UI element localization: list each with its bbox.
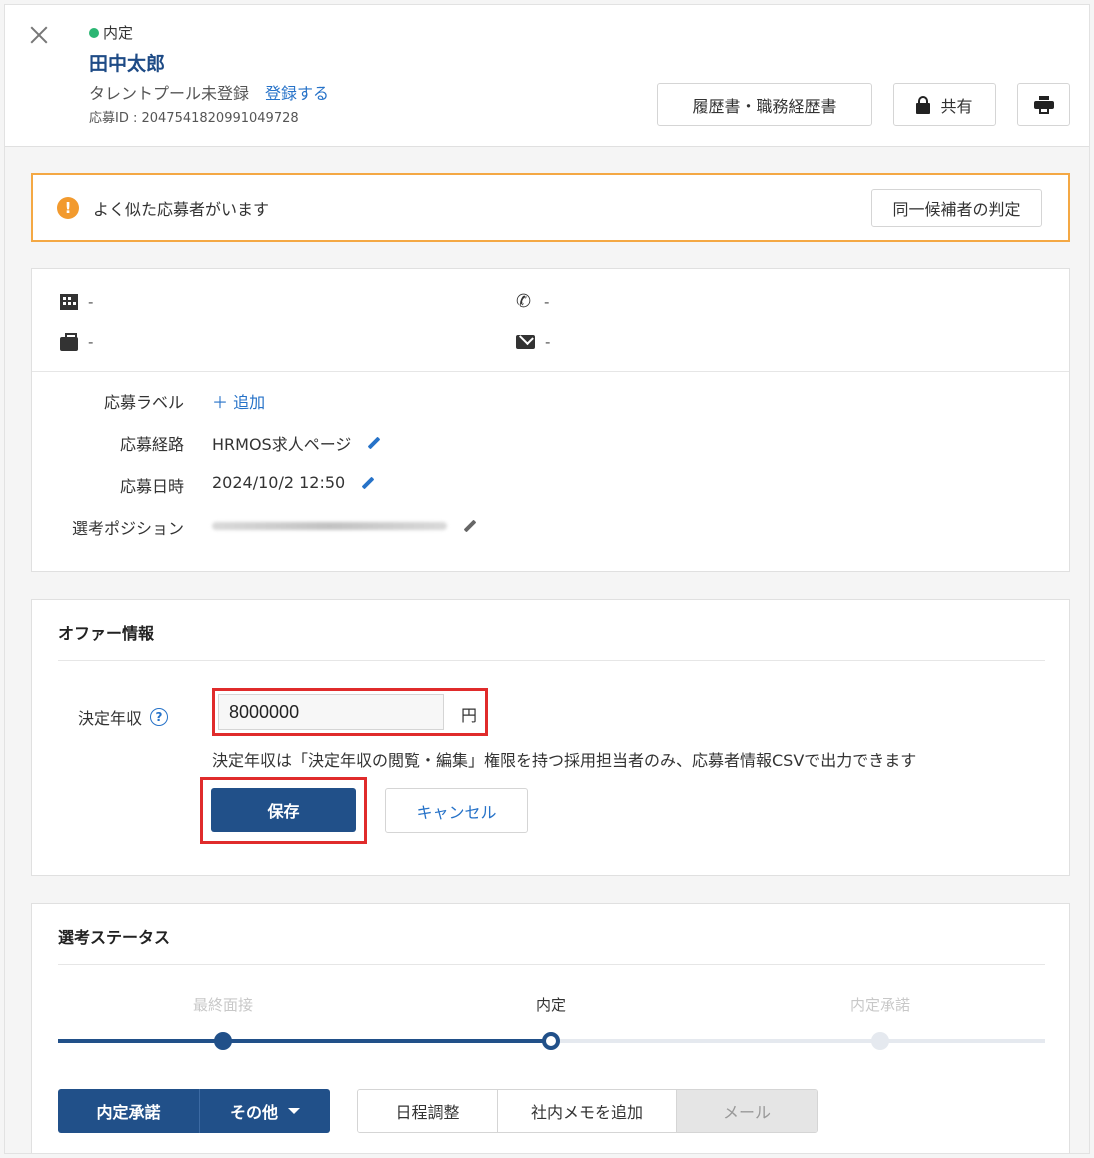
candidate-panel: 内定 田中太郎 タレントプール未登録 登録する 応募ID : 204754182… — [4, 4, 1090, 1154]
other-dropdown-button[interactable]: その他 — [199, 1089, 330, 1133]
status-text: 内定 — [103, 24, 134, 42]
stage-label-final-interview: 最終面接 — [192, 996, 254, 1014]
phone-value: - — [544, 293, 550, 311]
warning-message: よく似た応募者がいます — [93, 199, 270, 219]
close-icon[interactable] — [27, 23, 51, 47]
add-label-button[interactable]: ＋ 追加 — [212, 389, 265, 413]
salary-label-text: 決定年収 — [78, 709, 143, 728]
cancel-button[interactable]: キャンセル — [385, 788, 528, 833]
help-icon[interactable]: ? — [150, 708, 169, 726]
selection-status-card: 選考ステータス 最終面接 内定 内定承諾 内定承諾 その他 日程調整 社内メモを… — [31, 903, 1070, 1153]
position-field: 選考ポジション — [71, 519, 184, 538]
divider — [32, 371, 1069, 372]
candidate-name: 田中太郎 — [89, 53, 166, 75]
stage-node-offer[interactable] — [542, 1032, 560, 1050]
building-icon — [60, 294, 78, 310]
stage-node-offer-accepted[interactable] — [871, 1032, 889, 1050]
date-value: 2024/10/2 12:50 — [212, 473, 346, 492]
edit-position-pencil-icon[interactable] — [463, 519, 477, 533]
job-row: - — [60, 333, 93, 351]
mail-icon — [516, 335, 535, 349]
same-candidate-judge-button[interactable]: 同一候補者の判定 — [871, 189, 1042, 227]
share-label: 共有 — [940, 96, 973, 116]
talent-pool-row: タレントプール未登録 登録する — [89, 80, 329, 104]
action-bar: 内定承諾 その他 日程調整 社内メモを追加 メール — [58, 1089, 818, 1133]
salary-unit: 円 — [461, 706, 478, 725]
mail-button[interactable]: メール — [677, 1090, 817, 1132]
company-row: - — [60, 293, 93, 311]
application-route-field: 応募経路 — [119, 435, 184, 454]
company-value: - — [88, 293, 94, 311]
similar-applicant-warning: ! よく似た応募者がいます 同一候補者の判定 — [31, 173, 1070, 242]
salary-input[interactable] — [218, 694, 444, 730]
salary-note: 決定年収は「決定年収の閲覧・編集」権限を持つ採用担当者のみ、応募者情報CSVで出… — [212, 751, 917, 770]
divider — [58, 660, 1045, 661]
pool-status-text: タレントプール未登録 — [89, 84, 250, 103]
schedule-button[interactable]: 日程調整 — [358, 1090, 498, 1132]
application-id: 応募ID : 2047541820991049728 — [89, 111, 299, 126]
print-button[interactable] — [1017, 83, 1070, 126]
position-redacted — [212, 522, 447, 530]
printer-icon — [1033, 95, 1054, 114]
edit-route-pencil-icon[interactable] — [368, 436, 381, 450]
email-value: - — [545, 333, 551, 351]
status-indicator: 内定 — [89, 22, 133, 43]
offer-accept-button[interactable]: 内定承諾 — [58, 1089, 199, 1133]
status-dot-icon — [89, 27, 99, 38]
stage-label-offer: 内定 — [535, 996, 567, 1014]
application-date-field: 応募日時 — [119, 477, 184, 496]
position-value — [212, 519, 477, 533]
offer-title: オファー情報 — [58, 624, 155, 643]
stage-label-offer-accepted: 内定承諾 — [849, 996, 911, 1014]
briefcase-icon — [60, 333, 78, 351]
offer-info-card: オファー情報 決定年収 ? 円 決定年収は「決定年収の閲覧・編集」権限を持つ採用… — [31, 599, 1070, 876]
resume-button[interactable]: 履歴書・職務経歴書 — [657, 83, 872, 126]
job-value: - — [88, 333, 94, 351]
other-label: その他 — [229, 1103, 278, 1122]
stage-node-final-interview[interactable] — [214, 1032, 232, 1050]
progress-fill — [58, 1039, 551, 1043]
register-link[interactable]: 登録する — [265, 80, 329, 104]
share-button[interactable]: 共有 — [893, 83, 996, 126]
email-row: - — [516, 333, 550, 351]
warning-icon: ! — [57, 196, 79, 219]
add-memo-button[interactable]: 社内メモを追加 — [498, 1090, 677, 1132]
phone-icon: ✆ — [516, 291, 532, 312]
applicant-info-card: - ✆ - - - 応募ラベル ＋ 追加 応募経路 HRMOS求人ページ 応募日… — [31, 268, 1070, 572]
lock-icon — [916, 95, 931, 114]
divider — [58, 964, 1045, 965]
selection-title: 選考ステータス — [58, 928, 171, 947]
application-date-value: 2024/10/2 12:50 — [212, 473, 375, 492]
application-label-value: ＋ 追加 — [212, 389, 265, 413]
route-value: HRMOS求人ページ — [212, 435, 352, 454]
phone-row: ✆ - — [516, 291, 550, 312]
application-label-field: 応募ラベル — [103, 393, 184, 412]
salary-label: 決定年収 ? — [78, 705, 169, 729]
chevron-down-icon — [288, 1108, 300, 1114]
secondary-actions: 日程調整 社内メモを追加 メール — [357, 1089, 818, 1133]
salary-highlight: 円 — [212, 688, 488, 736]
candidate-header: 内定 田中太郎 タレントプール未登録 登録する 応募ID : 204754182… — [5, 5, 1089, 147]
edit-date-pencil-icon[interactable] — [361, 476, 375, 489]
save-highlight: 保存 — [200, 777, 367, 844]
application-route-value: HRMOS求人ページ — [212, 431, 381, 455]
save-button[interactable]: 保存 — [211, 788, 356, 832]
